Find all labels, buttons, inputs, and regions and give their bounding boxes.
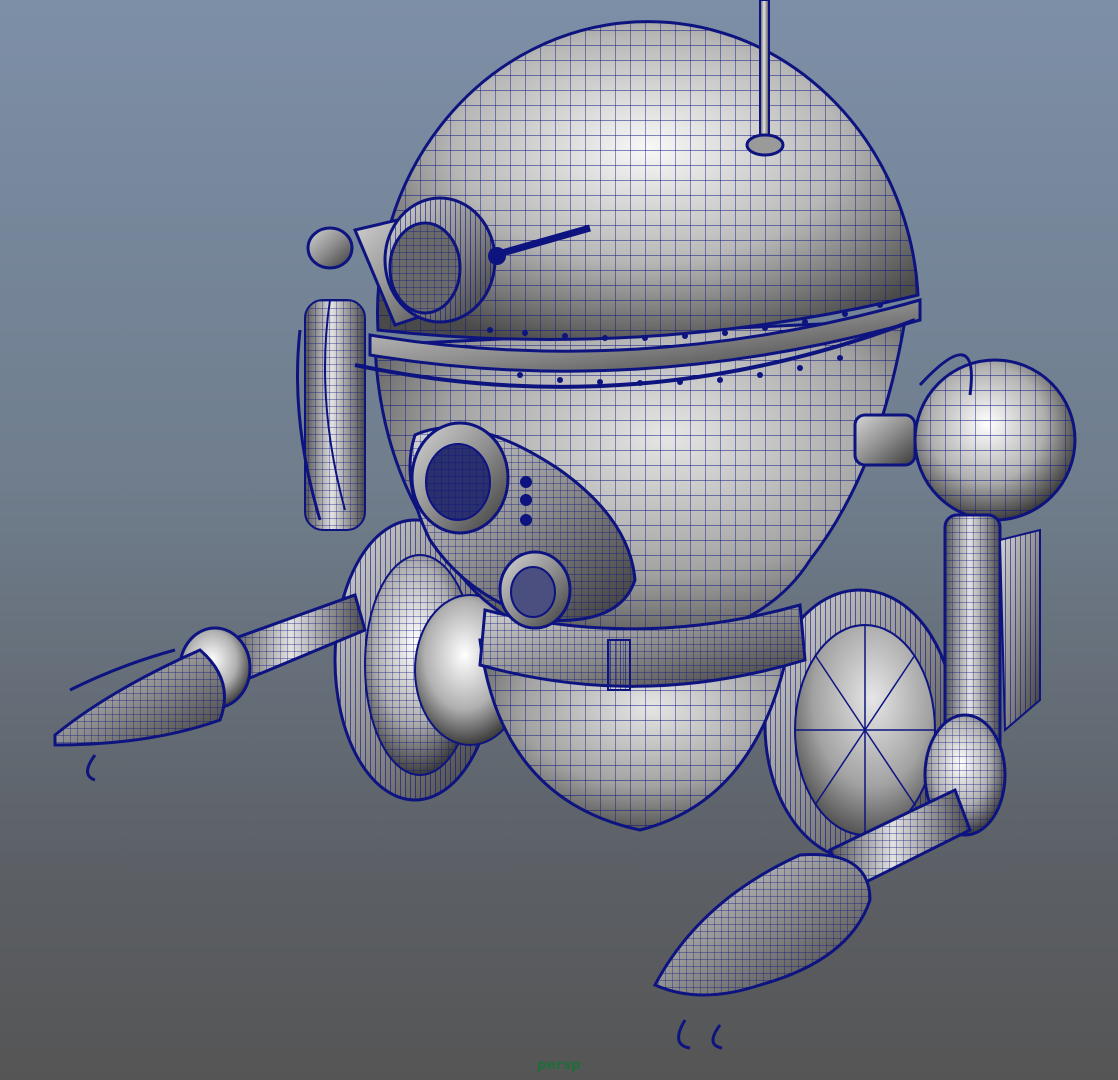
- left-rear-arm: [296, 299, 366, 531]
- camera-name-label: persp: [536, 1058, 582, 1073]
- left-forearm-claw: [53, 593, 367, 782]
- wireframe-robot-model[interactable]: [0, 0, 1118, 1080]
- perspective-viewport[interactable]: persp: [0, 0, 1118, 1080]
